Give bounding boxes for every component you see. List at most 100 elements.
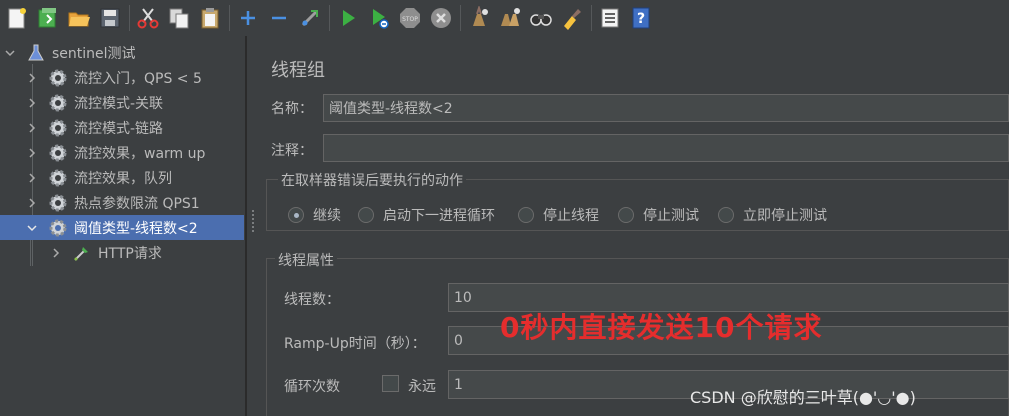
new-icon[interactable] xyxy=(3,4,31,32)
radio-stop-test-now[interactable]: 立即停止测试 xyxy=(718,205,827,225)
red-annotation: 0秒内直接发送10个请求 xyxy=(500,311,823,344)
svg-text:?: ? xyxy=(637,11,645,27)
radio-label: 立即停止测试 xyxy=(743,208,827,224)
tree-child-item[interactable]: HTTP请求 xyxy=(0,240,244,265)
comment-label: 注释： xyxy=(271,143,313,159)
templates-icon[interactable] xyxy=(34,4,62,32)
tree-item[interactable]: 热点参数限流 QPS1 xyxy=(0,190,244,215)
threads-label: 线程数： xyxy=(284,292,340,308)
gear-icon xyxy=(48,93,68,113)
tree-item-label: 阈值类型-线程数<2 xyxy=(74,220,198,237)
chevron-right-icon[interactable] xyxy=(26,97,38,109)
tree-item-label: 流控模式-关联 xyxy=(74,95,164,112)
comment-field[interactable] xyxy=(323,134,1009,162)
function-helper-icon[interactable] xyxy=(596,4,624,32)
clear-icon[interactable] xyxy=(465,4,493,32)
tree-item[interactable]: 流控效果，队列 xyxy=(0,165,244,190)
test-plan-tree[interactable]: sentinel测试 流控入门，QPS < 5 流控模式-关联 流控模式-链路 … xyxy=(0,36,246,416)
gear-icon xyxy=(48,143,68,163)
copy-icon[interactable] xyxy=(165,4,193,32)
start-icon[interactable] xyxy=(334,4,362,32)
watermark: CSDN @欣慰的三叶草(●'◡'●) xyxy=(690,388,916,407)
tree-item-label: 流控入门，QPS < 5 xyxy=(74,70,202,87)
thread-group-panel: 线程组 名称： 阈值类型-线程数<2 注释： 在取样器错误后要执行的动作 继续 … xyxy=(258,36,1009,416)
radio-continue[interactable]: 继续 xyxy=(288,205,341,225)
radio-indicator xyxy=(288,207,304,223)
name-label: 名称： xyxy=(271,101,313,117)
chevron-right-icon[interactable] xyxy=(26,197,38,209)
pipette-icon xyxy=(72,243,92,263)
open-icon[interactable] xyxy=(65,4,93,32)
cut-icon[interactable] xyxy=(134,4,162,32)
chevron-right-icon[interactable] xyxy=(26,72,38,84)
toolbar-separator xyxy=(329,5,330,31)
radio-stop-test[interactable]: 停止测试 xyxy=(618,205,699,225)
panel-splitter[interactable] xyxy=(246,36,258,416)
paste-icon[interactable] xyxy=(196,4,224,32)
tree-item[interactable]: 流控模式-关联 xyxy=(0,90,244,115)
chevron-right-icon[interactable] xyxy=(50,247,62,259)
radio-indicator xyxy=(618,207,634,223)
panel-title: 线程组 xyxy=(271,60,325,81)
toolbar: STOP ? xyxy=(0,0,1009,36)
gear-icon xyxy=(48,218,68,238)
toolbar-separator xyxy=(460,5,461,31)
flask-icon xyxy=(26,43,46,63)
start-no-pauses-icon[interactable] xyxy=(365,4,393,32)
save-icon[interactable] xyxy=(96,4,124,32)
toggle-icon[interactable] xyxy=(296,4,324,32)
radio-label: 继续 xyxy=(313,208,341,224)
radio-label: 停止线程 xyxy=(543,208,599,224)
tree-item-label: 流控效果，队列 xyxy=(74,170,172,187)
radio-start-next-loop[interactable]: 启动下一进程循环 xyxy=(358,205,495,225)
toolbar-separator xyxy=(229,5,230,31)
rampup-label: Ramp-Up时间（秒）： xyxy=(284,336,426,352)
gear-icon xyxy=(48,118,68,138)
radio-indicator xyxy=(718,207,734,223)
tree-item-selected[interactable]: 阈值类型-线程数<2 xyxy=(0,215,244,240)
tree-child-label: HTTP请求 xyxy=(98,245,162,262)
error-action-title: 在取样器错误后要执行的动作 xyxy=(278,170,466,190)
clear-all-icon[interactable] xyxy=(496,4,524,32)
radio-indicator xyxy=(358,207,374,223)
tree-item[interactable]: 流控模式-链路 xyxy=(0,115,244,140)
tree-item-label: 热点参数限流 QPS1 xyxy=(74,195,200,212)
tree-item[interactable]: 流控入门，QPS < 5 xyxy=(0,65,244,90)
loop-label: 循环次数 xyxy=(284,379,340,395)
tree-root-label: sentinel测试 xyxy=(52,45,136,62)
collapse-icon[interactable] xyxy=(265,4,293,32)
chevron-down-icon[interactable] xyxy=(26,222,38,234)
splitter-grip xyxy=(252,226,254,228)
radio-label: 停止测试 xyxy=(643,208,699,224)
tree-item-label: 流控模式-链路 xyxy=(74,120,164,137)
forever-checkbox[interactable] xyxy=(382,375,399,392)
radio-stop-thread[interactable]: 停止线程 xyxy=(518,205,599,225)
stop-icon[interactable]: STOP xyxy=(396,4,424,32)
chevron-right-icon[interactable] xyxy=(26,147,38,159)
tree-item[interactable]: 流控效果，warm up xyxy=(0,140,244,165)
chevron-right-icon[interactable] xyxy=(26,122,38,134)
splitter-grip xyxy=(252,230,254,232)
chevron-right-icon[interactable] xyxy=(26,172,38,184)
reset-search-icon[interactable] xyxy=(558,4,586,32)
gear-icon xyxy=(48,168,68,188)
gear-icon xyxy=(48,193,68,213)
gear-icon xyxy=(48,68,68,88)
chevron-down-icon[interactable] xyxy=(4,47,16,59)
toolbar-separator xyxy=(129,5,130,31)
expand-icon[interactable] xyxy=(234,4,262,32)
help-icon[interactable]: ? xyxy=(627,4,655,32)
tree-item-label: 流控效果，warm up xyxy=(74,145,206,162)
shutdown-icon[interactable] xyxy=(427,4,455,32)
thread-props-title: 线程属性 xyxy=(275,250,337,270)
splitter-grip xyxy=(252,214,254,216)
search-icon[interactable] xyxy=(527,4,555,32)
forever-label: 永远 xyxy=(408,379,436,395)
toolbar-separator xyxy=(591,5,592,31)
splitter-grip xyxy=(252,218,254,220)
name-field[interactable]: 阈值类型-线程数<2 xyxy=(323,94,1009,122)
radio-indicator xyxy=(518,207,534,223)
svg-text:STOP: STOP xyxy=(402,16,418,23)
splitter-grip xyxy=(252,210,254,212)
tree-root[interactable]: sentinel测试 xyxy=(0,40,244,65)
